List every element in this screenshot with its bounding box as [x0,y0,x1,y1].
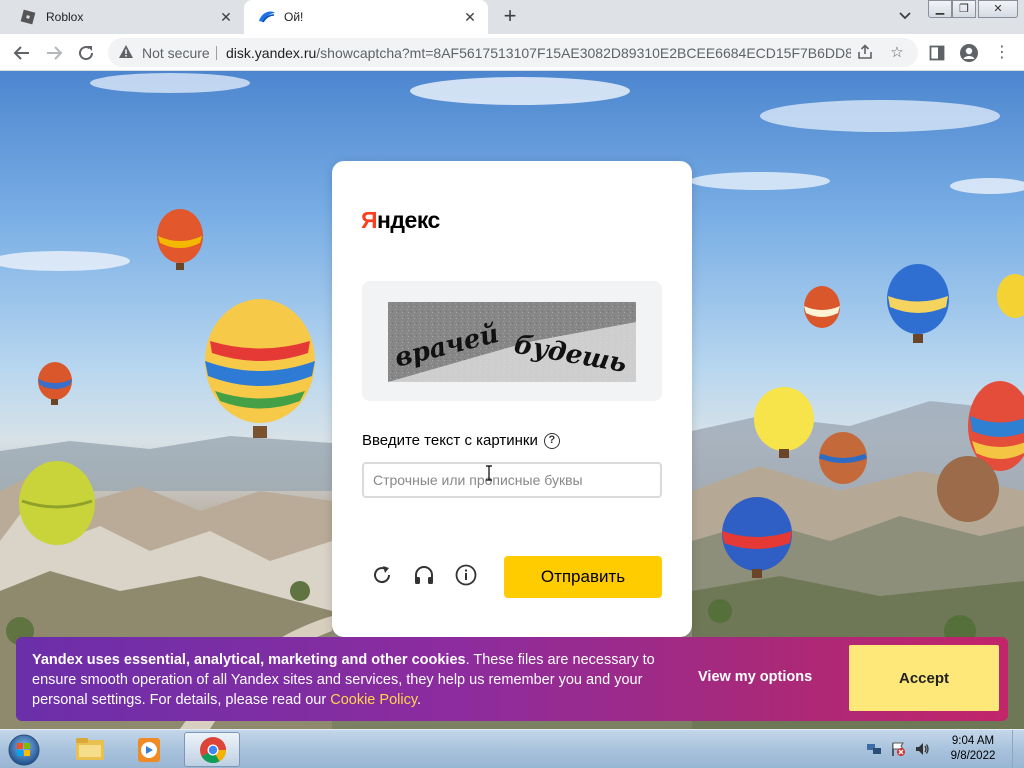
submit-captcha-button[interactable]: Отправить [504,556,662,598]
refresh-captcha-icon[interactable] [370,563,394,587]
yandex-logo[interactable]: Яндекс [361,207,440,234]
start-button[interactable] [4,732,44,768]
forward-icon[interactable] [42,41,66,65]
warning-icon[interactable] [118,44,134,60]
browser-tabstrip: Roblox ✕ Ой! ✕ + ▁ ❐ ✕ [0,0,1024,34]
audio-captcha-headphones-icon[interactable] [412,563,436,587]
tab-yandex[interactable]: Ой! ✕ [244,0,488,34]
clock-time: 9:04 AM [951,735,995,747]
balloon [205,299,315,438]
address-bar[interactable]: Not secure disk.yandex.ru/showcaptcha?mt… [108,38,918,67]
more-menu-icon[interactable]: ⋮ [991,42,1013,64]
tab-title: Ой! [284,10,304,24]
url-host: disk.yandex.ru [226,45,317,61]
balloon [38,362,72,405]
url-text[interactable]: disk.yandex.ru/showcaptcha?mt=8AF5617513… [226,45,851,61]
close-window-icon[interactable]: ✕ [978,0,1018,18]
minimize-window-icon[interactable]: ▁ [928,0,952,18]
url-path: /showcaptcha?mt=8AF5617513107F15AE3082D8… [316,45,851,61]
restore-window-icon[interactable]: ❐ [952,0,976,18]
taskbar: 9:04 AM 9/8/2022 [0,729,1024,768]
close-tab-icon[interactable]: ✕ [218,9,234,25]
browser-toolbar: Not secure disk.yandex.ru/showcaptcha?mt… [0,34,1024,71]
captcha-card: Яндекс врачей будешь Введите текст с кар… [332,161,692,637]
balloon [157,209,203,270]
balloon [19,461,95,545]
divider [216,46,217,60]
roblox-favicon-icon [20,9,36,25]
profile-avatar-icon[interactable] [958,42,980,64]
captcha-image: врачей будешь [388,302,636,382]
logo-rest: ндекс [377,207,440,233]
logo-first-letter: Я [361,207,378,233]
balloon [997,274,1024,318]
page-viewport: Яндекс врачей будешь Введите текст с кар… [0,71,1024,729]
tab-roblox[interactable]: Roblox ✕ [8,0,244,34]
yandex-disk-favicon-icon [258,9,275,25]
side-panel-icon[interactable] [926,42,948,64]
balloon [937,456,999,522]
taskbar-chrome-icon[interactable] [184,732,240,767]
action-center-flag-icon[interactable] [890,741,906,757]
cookie-text: Yandex uses essential, analytical, marke… [32,650,672,710]
share-icon[interactable] [856,44,874,62]
new-tab-icon[interactable]: + [498,5,522,29]
cookie-banner: Yandex uses essential, analytical, marke… [16,637,1008,721]
balloon [887,264,949,343]
volume-icon[interactable] [914,741,930,757]
info-icon[interactable] [454,563,478,587]
help-icon[interactable]: ? [543,432,560,449]
text-cursor-icon [486,465,492,481]
close-tab-icon[interactable]: ✕ [462,9,478,25]
security-label[interactable]: Not secure [142,45,210,61]
cookie-tail: . [417,692,422,708]
balloon [819,432,867,484]
chevron-down-icon[interactable] [895,9,915,25]
cookie-policy-link[interactable]: Cookie Policy [330,692,417,708]
back-icon[interactable] [10,41,34,65]
taskbar-media-player-icon[interactable] [122,732,178,767]
tab-title: Roblox [46,10,84,24]
clock-date: 9/8/2022 [950,750,996,762]
accept-cookies-button[interactable]: Accept [849,645,999,711]
captcha-text-input[interactable] [362,462,662,498]
show-desktop-button[interactable] [1012,730,1024,768]
captcha-image-container: врачей будешь [362,281,662,401]
cookie-lead: Yandex uses essential, analytical, marke… [32,652,466,668]
system-clock[interactable]: 9:04 AM 9/8/2022 [944,734,1002,764]
taskbar-explorer-icon[interactable] [62,732,118,767]
captcha-prompt: Введите текст с картинки ? [362,432,560,449]
bookmark-star-icon[interactable]: ☆ [888,44,906,62]
balloon [804,286,840,328]
captcha-prompt-text: Введите текст с картинки [362,432,538,449]
network-icon[interactable] [866,741,882,757]
reload-icon[interactable] [74,41,98,65]
view-options-button[interactable]: View my options [698,669,812,685]
